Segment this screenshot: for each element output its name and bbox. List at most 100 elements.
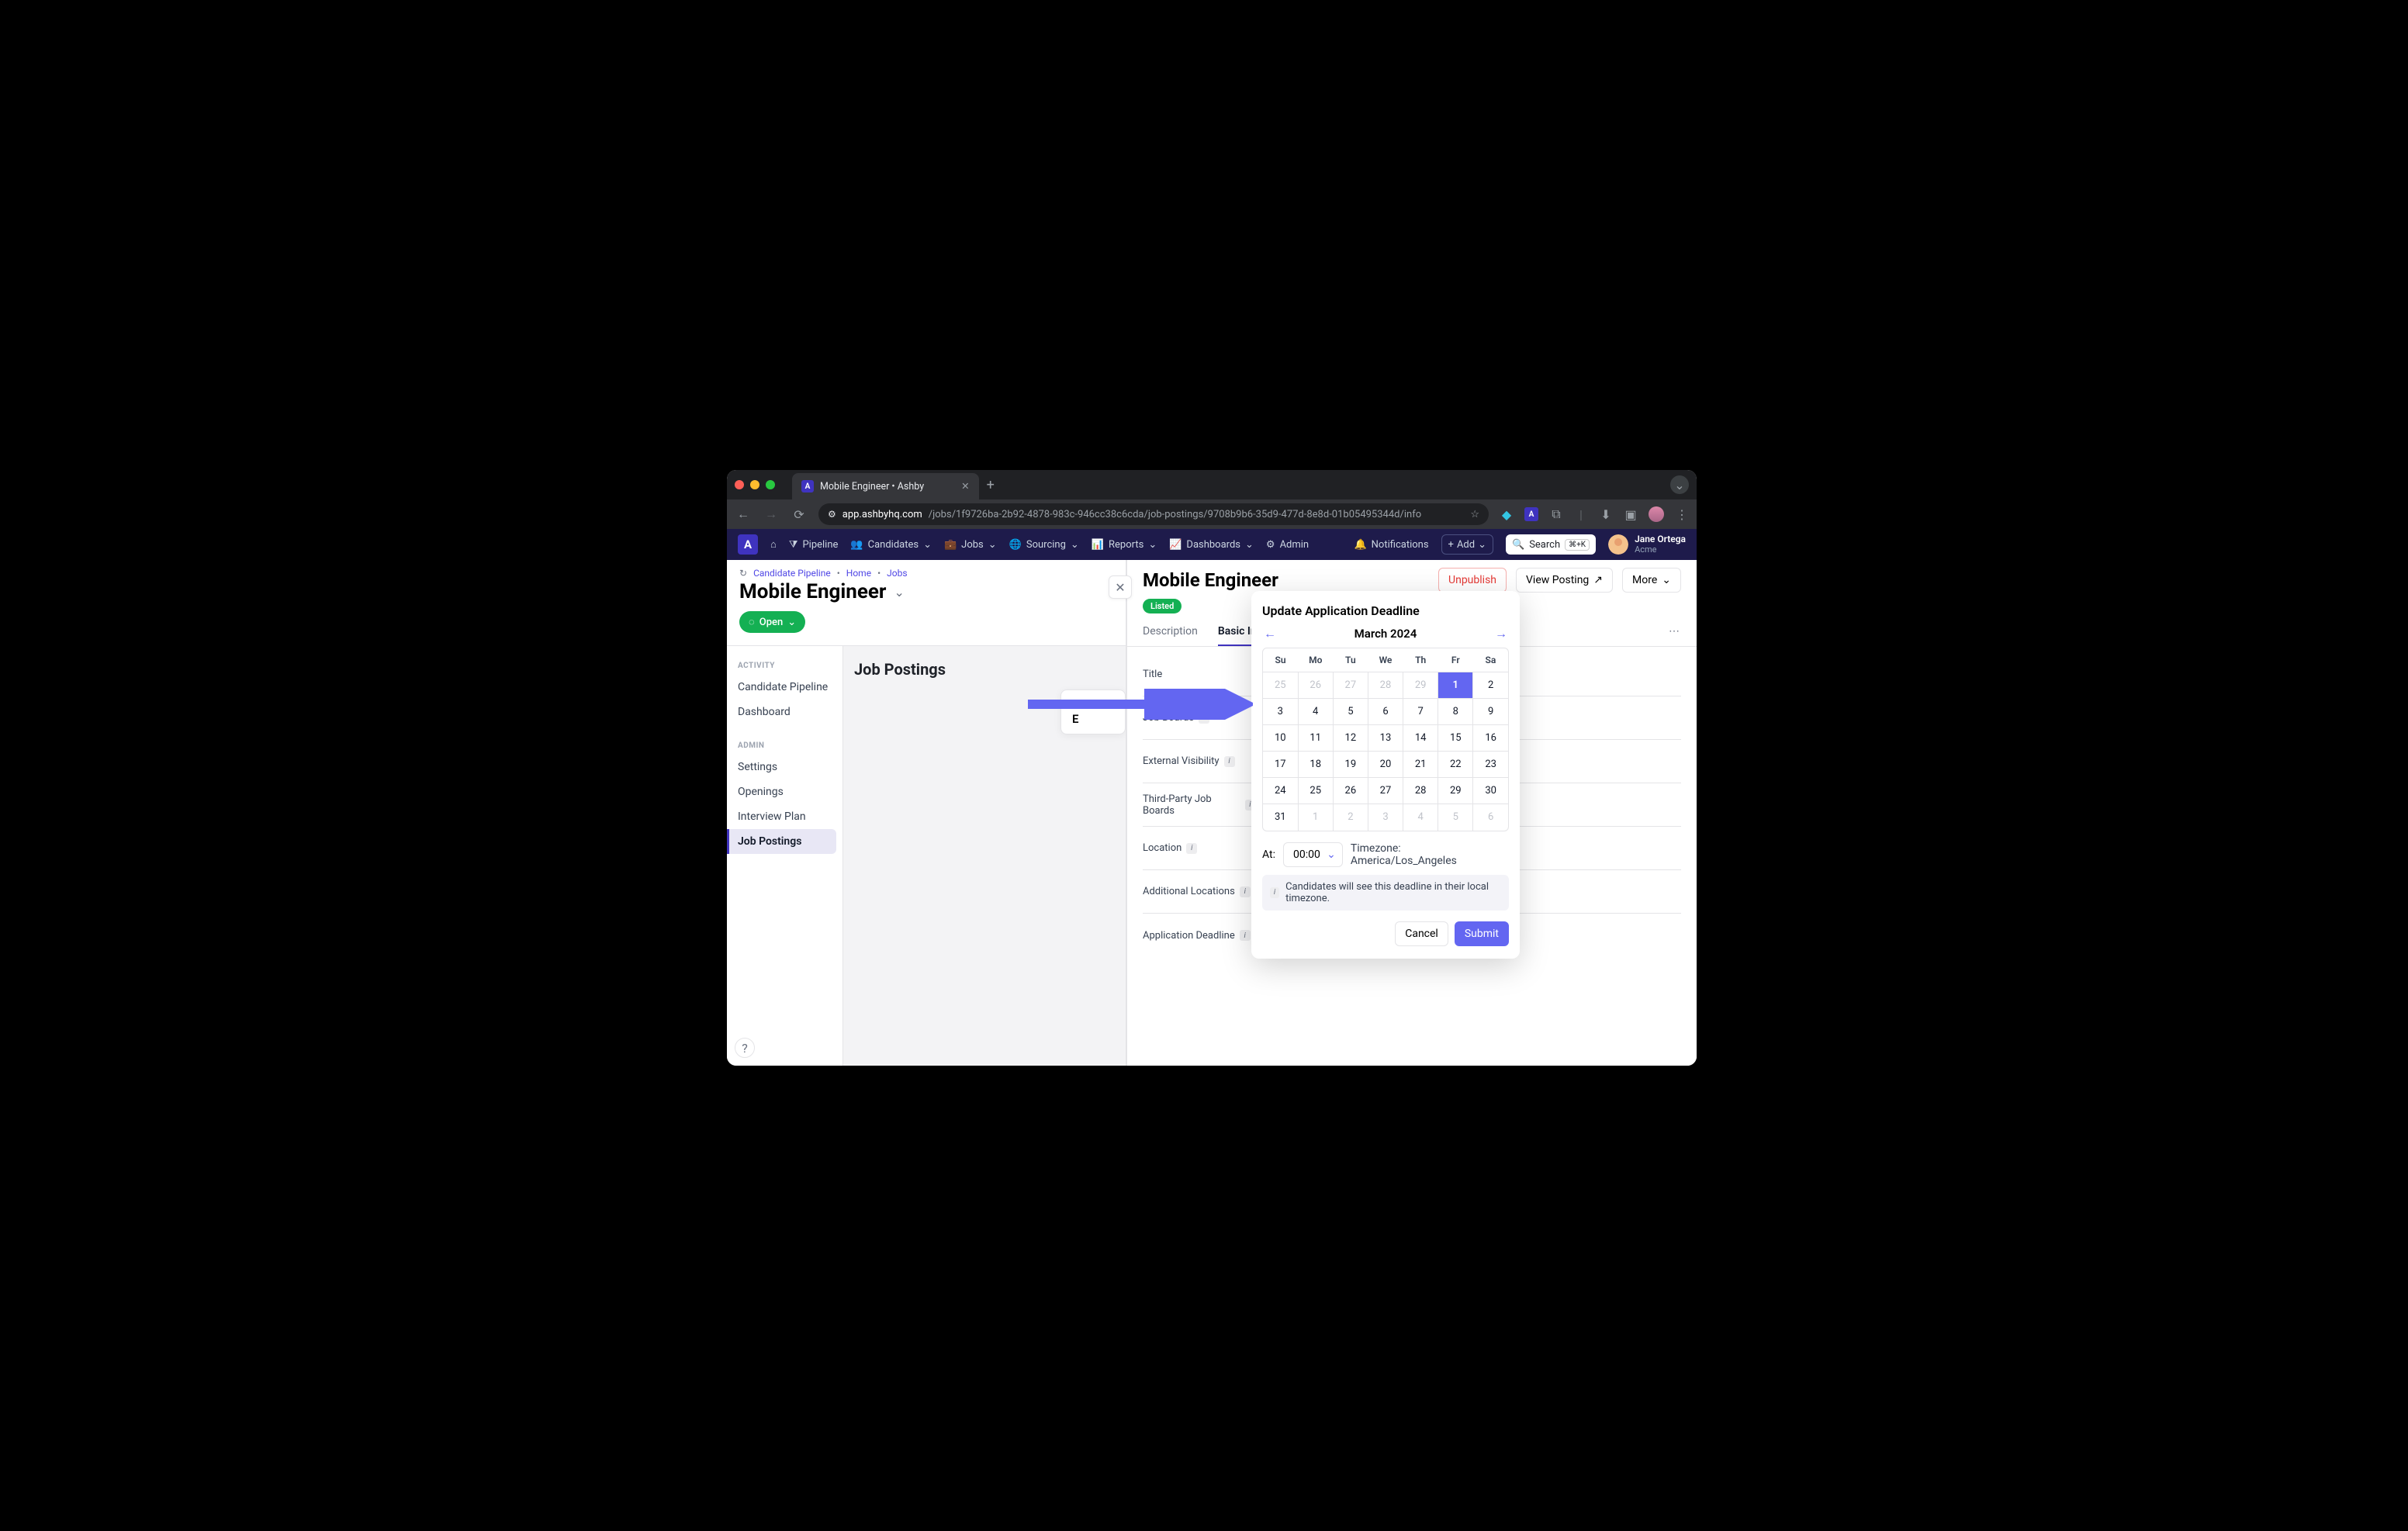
info-icon[interactable]: i: [1186, 843, 1197, 854]
calendar-day[interactable]: 8: [1438, 699, 1473, 725]
sidenav-openings[interactable]: Openings: [727, 779, 842, 804]
calendar-day[interactable]: 30: [1473, 778, 1508, 804]
brand-logo[interactable]: A: [738, 534, 758, 555]
posting-card[interactable]: Mobile E: [1060, 689, 1126, 734]
nav-reports[interactable]: 📊Reports ⌄: [1092, 539, 1157, 551]
calendar-day[interactable]: 4: [1403, 804, 1438, 831]
calendar-day[interactable]: 20: [1368, 752, 1403, 778]
sidenav-candidate-pipeline[interactable]: Candidate Pipeline: [727, 675, 842, 700]
calendar-day[interactable]: 16: [1473, 725, 1508, 752]
nav-jobs[interactable]: 💼Jobs ⌄: [944, 539, 997, 551]
calendar-day[interactable]: 29: [1438, 778, 1473, 804]
calendar-day[interactable]: 2: [1473, 672, 1508, 699]
calendar-day[interactable]: 17: [1263, 752, 1298, 778]
search-button[interactable]: 🔍Search⌘+K: [1506, 534, 1596, 555]
calendar-day[interactable]: 25: [1263, 672, 1298, 699]
user-menu[interactable]: Jane OrtegaAcme: [1608, 534, 1686, 555]
calendar-day[interactable]: 24: [1263, 778, 1298, 804]
calendar-day[interactable]: 1: [1298, 804, 1333, 831]
more-button[interactable]: More ⌄: [1622, 568, 1681, 593]
calendar-day[interactable]: 27: [1368, 778, 1403, 804]
nav-candidates[interactable]: 👥Candidates ⌄: [850, 539, 932, 551]
calendar-day[interactable]: 29: [1403, 672, 1438, 699]
calendar-day[interactable]: 12: [1333, 725, 1368, 752]
reload-button[interactable]: ⟳: [791, 507, 808, 522]
calendar-day[interactable]: 23: [1473, 752, 1508, 778]
bookmark-icon[interactable]: ☆: [1470, 509, 1479, 520]
breadcrumb-pipeline[interactable]: Candidate Pipeline: [753, 568, 831, 579]
unpublish-button[interactable]: Unpublish: [1438, 568, 1507, 593]
forward-button[interactable]: →: [763, 506, 780, 522]
info-icon[interactable]: i: [1224, 756, 1235, 767]
sidenav-dashboard[interactable]: Dashboard: [727, 700, 842, 724]
calendar-day[interactable]: 25: [1298, 778, 1333, 804]
profile-avatar-icon[interactable]: [1649, 506, 1664, 522]
calendar-day[interactable]: 21: [1403, 752, 1438, 778]
cancel-button[interactable]: Cancel: [1395, 921, 1448, 946]
calendar-day[interactable]: 4: [1298, 699, 1333, 725]
tab-description[interactable]: Description: [1143, 618, 1198, 646]
downloads-icon[interactable]: ⬇: [1599, 507, 1613, 521]
breadcrumb-jobs[interactable]: Jobs: [887, 568, 907, 579]
panels-icon[interactable]: ▣: [1624, 507, 1638, 521]
calendar-day[interactable]: 14: [1403, 725, 1438, 752]
calendar-day[interactable]: 22: [1438, 752, 1473, 778]
extensions-icon[interactable]: ⧉: [1549, 507, 1563, 521]
calendar-day[interactable]: 13: [1368, 725, 1403, 752]
nav-pipeline[interactable]: ⧩Pipeline: [789, 539, 839, 551]
browser-tab[interactable]: A Mobile Engineer • Ashby ✕: [792, 473, 979, 499]
calendar-day[interactable]: 26: [1298, 672, 1333, 699]
help-button[interactable]: ?: [735, 1038, 755, 1058]
info-icon[interactable]: i: [1240, 886, 1251, 897]
new-tab-button[interactable]: +: [987, 477, 995, 493]
sidenav-interview-plan[interactable]: Interview Plan: [727, 804, 842, 829]
home-icon[interactable]: ⌂: [770, 538, 777, 551]
sidenav-job-postings[interactable]: Job Postings: [727, 829, 836, 854]
tabs-dropdown-icon[interactable]: ⌄: [1670, 475, 1689, 494]
job-status-button[interactable]: ◌ Open ⌄: [739, 611, 805, 633]
nav-admin[interactable]: ⚙Admin: [1266, 539, 1309, 551]
calendar-day[interactable]: 31: [1263, 804, 1298, 831]
calendar-day[interactable]: 28: [1403, 778, 1438, 804]
extension-icon-ashby[interactable]: A: [1524, 507, 1538, 521]
calendar-day[interactable]: 6: [1368, 699, 1403, 725]
calendar-day[interactable]: 15: [1438, 725, 1473, 752]
submit-button[interactable]: Submit: [1455, 921, 1509, 946]
extension-icon-1[interactable]: ◆: [1500, 507, 1514, 521]
calendar-day[interactable]: 5: [1333, 699, 1368, 725]
close-panel-button[interactable]: ✕: [1109, 575, 1132, 599]
calendar-day[interactable]: 19: [1333, 752, 1368, 778]
next-month-button[interactable]: →: [1493, 626, 1509, 641]
calendar-day[interactable]: 18: [1298, 752, 1333, 778]
calendar-day[interactable]: 9: [1473, 699, 1508, 725]
nav-sourcing[interactable]: 🌐Sourcing ⌄: [1009, 539, 1079, 551]
calendar-day[interactable]: 6: [1473, 804, 1508, 831]
calendar-day[interactable]: 3: [1263, 699, 1298, 725]
info-icon[interactable]: i: [1240, 930, 1251, 941]
menu-icon[interactable]: ⋮: [1675, 507, 1689, 521]
calendar-day[interactable]: 26: [1333, 778, 1368, 804]
sidenav-settings[interactable]: Settings: [727, 755, 842, 779]
back-button[interactable]: ←: [735, 506, 752, 522]
close-window-icon[interactable]: [735, 480, 744, 489]
calendar-day[interactable]: 7: [1403, 699, 1438, 725]
calendar-day[interactable]: 11: [1298, 725, 1333, 752]
calendar-day[interactable]: 2: [1333, 804, 1368, 831]
maximize-window-icon[interactable]: [766, 480, 775, 489]
breadcrumb-home[interactable]: Home: [846, 568, 871, 579]
calendar-day[interactable]: 27: [1333, 672, 1368, 699]
minimize-window-icon[interactable]: [750, 480, 759, 489]
view-posting-button[interactable]: View Posting ↗: [1516, 568, 1613, 593]
add-button[interactable]: + Add ⌄: [1441, 534, 1493, 555]
panel-overflow-icon[interactable]: ⋯: [1669, 618, 1681, 646]
calendar-day[interactable]: 3: [1368, 804, 1403, 831]
close-tab-icon[interactable]: ✕: [961, 480, 969, 492]
notifications-button[interactable]: 🔔Notifications: [1354, 539, 1428, 551]
info-icon[interactable]: i: [1199, 713, 1209, 724]
calendar-day[interactable]: 5: [1438, 804, 1473, 831]
site-settings-icon[interactable]: ⚙: [828, 509, 836, 520]
prev-month-button[interactable]: ←: [1262, 626, 1278, 641]
calendar-day[interactable]: 28: [1368, 672, 1403, 699]
time-select[interactable]: 00:00 ⌄: [1283, 842, 1343, 867]
history-icon[interactable]: ↻: [739, 568, 747, 579]
